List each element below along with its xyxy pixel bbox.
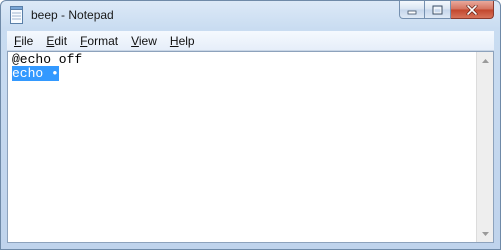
text-line-1[interactable]: @echo off bbox=[12, 53, 82, 67]
menu-edit-label: dit bbox=[54, 33, 68, 48]
menu-bar: File Edit Format View Help bbox=[7, 31, 494, 51]
text-line-1-content: @echo off bbox=[12, 52, 83, 67]
menu-help-label: elp bbox=[178, 33, 195, 48]
menu-format[interactable]: Format bbox=[73, 34, 124, 48]
menu-file-label: ile bbox=[21, 33, 34, 48]
title-bar[interactable]: beep - Notepad bbox=[1, 1, 500, 29]
close-icon bbox=[466, 4, 478, 15]
caption-buttons bbox=[399, 1, 494, 21]
text-line-2[interactable]: echo • bbox=[12, 66, 82, 81]
minimize-icon bbox=[407, 10, 417, 14]
notepad-window: beep - Notepad File Edit Format View Hel… bbox=[0, 0, 501, 250]
menu-edit[interactable]: Edit bbox=[39, 34, 73, 48]
menu-help[interactable]: Help bbox=[163, 34, 201, 48]
selected-text[interactable]: echo • bbox=[12, 66, 59, 81]
menu-format-label: ormat bbox=[87, 33, 119, 48]
menu-view-label: iew bbox=[138, 33, 157, 48]
close-button[interactable] bbox=[451, 1, 494, 19]
vertical-scrollbar[interactable] bbox=[476, 52, 493, 242]
window-title: beep - Notepad bbox=[31, 8, 114, 22]
scroll-up-arrow-icon bbox=[481, 58, 489, 63]
scroll-down-button[interactable] bbox=[477, 225, 493, 242]
minimize-button[interactable] bbox=[399, 1, 425, 19]
maximize-button[interactable] bbox=[425, 1, 451, 19]
menu-help-accelerator: H bbox=[169, 33, 179, 48]
scroll-up-button[interactable] bbox=[477, 52, 493, 69]
maximize-icon bbox=[432, 5, 443, 14]
notepad-icon[interactable] bbox=[9, 6, 25, 24]
text-editor[interactable]: @echo off echo • bbox=[7, 51, 494, 243]
scroll-down-arrow-icon bbox=[481, 231, 489, 236]
document-text[interactable]: @echo off echo • bbox=[12, 53, 82, 81]
menu-view[interactable]: View bbox=[124, 34, 163, 48]
menu-file[interactable]: File bbox=[7, 34, 39, 48]
menu-view-accelerator: V bbox=[131, 33, 139, 48]
